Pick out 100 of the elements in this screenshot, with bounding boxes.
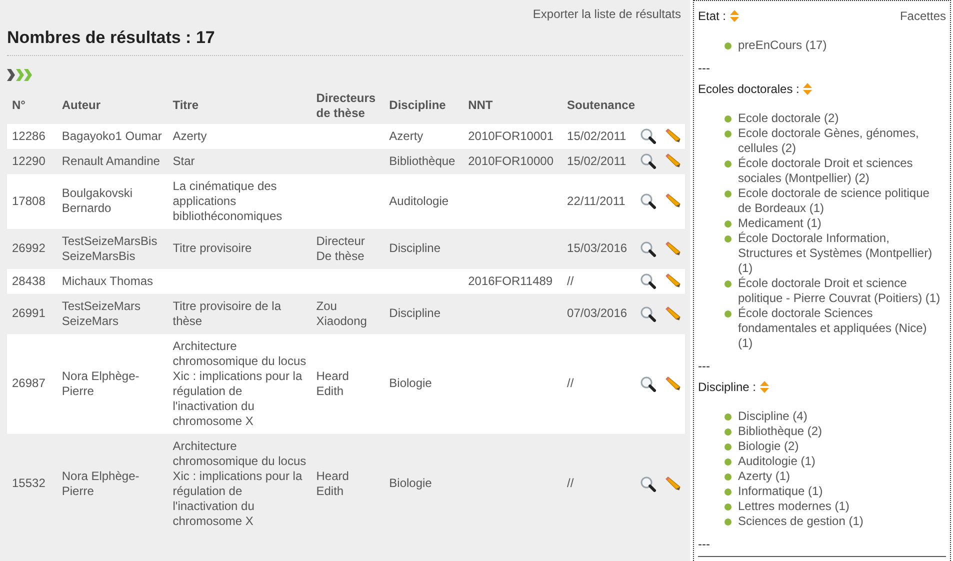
table-cell: 22/11/2011	[567, 194, 626, 208]
table-cell: 26991	[12, 306, 46, 320]
table-cell: 07/03/2016	[567, 306, 628, 320]
column-header: Auteur	[60, 97, 102, 114]
table-cell: Bagayoko1 Oumar	[62, 128, 162, 142]
bullet-icon	[724, 190, 732, 198]
search-icon[interactable]	[640, 128, 656, 144]
separator-text: ---	[698, 360, 711, 372]
bullet-icon	[724, 42, 732, 50]
bullet-icon	[724, 280, 732, 288]
column-header: Titre	[172, 97, 200, 114]
facet-heading: Ecoles doctorales :	[698, 81, 800, 98]
search-icon[interactable]	[640, 306, 656, 322]
table-cell: Star	[172, 154, 195, 168]
table-cell: Biologie	[389, 476, 432, 490]
bullet-icon	[724, 413, 732, 421]
table-cell: Biologie	[389, 376, 432, 390]
facet-link[interactable]: École doctorale Sciences fondamentales et appliquées (Nice) (1)	[738, 306, 944, 351]
search-icon[interactable]	[640, 153, 656, 169]
table-cell: Nora Elphège-Pierre	[62, 468, 140, 498]
results-title: Nombres de résultats : 17	[7, 25, 683, 56]
facet-link[interactable]: Auditologie (1)	[738, 454, 816, 469]
table-cell: 17808	[12, 194, 46, 208]
table-cell: 2010FOR10000	[468, 154, 554, 168]
table-cell: Heard Edith	[316, 368, 349, 398]
edit-icon[interactable]	[665, 128, 682, 144]
table-cell: 15/02/2011	[567, 128, 626, 142]
table-cell: 2016FOR11489	[468, 274, 553, 288]
edit-icon[interactable]	[665, 273, 682, 289]
column-header: Soutenance	[566, 97, 636, 114]
facet-link[interactable]: Discipline (4)	[738, 409, 808, 424]
bullet-icon	[724, 443, 732, 451]
search-icon[interactable]	[640, 240, 656, 256]
table-cell: Discipline	[389, 241, 441, 255]
facet-link[interactable]: Ecole doctorale Gènes, génomes, cellules (2)	[738, 126, 944, 156]
table-cell: TestSeizeMars SeizeMars	[62, 298, 141, 328]
facet-link[interactable]: École doctorale Droit et science politique - Pierre Couvrat (Poitiers) (1)	[738, 276, 944, 306]
table-cell: 12290	[12, 154, 46, 168]
facet-link[interactable]: Bibliothèque (2)	[738, 424, 822, 439]
facet-link[interactable]: Ecole doctorale de science politique de Bordeaux (1)	[738, 186, 944, 216]
facet-heading: Discipline :	[698, 379, 756, 396]
table-cell: Nora Elphège-Pierre	[62, 368, 140, 398]
search-icon[interactable]	[640, 476, 656, 492]
facet-link[interactable]: Medicament (1)	[738, 216, 822, 231]
table-cell: Directeur De thèse	[316, 234, 365, 262]
table-cell: Discipline	[389, 306, 441, 320]
facet-link[interactable]: École doctorale Droit et sciences sociales (Montpellier) (2)	[738, 156, 944, 186]
edit-icon[interactable]	[665, 240, 682, 256]
column-header: Directeurs de thèse	[315, 90, 377, 122]
bullet-icon	[724, 310, 732, 318]
column-header: NNT	[467, 97, 494, 114]
facets-title: Facettes	[900, 8, 946, 25]
facet-link[interactable]: Lettres modernes (1)	[738, 499, 850, 514]
chevrons-icon[interactable]	[7, 68, 33, 82]
table-cell: Auditologie	[389, 194, 449, 208]
table-cell: 12286	[12, 128, 46, 142]
facet-link[interactable]: Informatique (1)	[738, 484, 823, 499]
export-link[interactable]: Exporter la liste de résultats	[532, 5, 681, 23]
separator-text: ---	[698, 538, 711, 550]
table-cell: Titre provisoire de la thèse	[172, 298, 281, 328]
bullet-icon	[724, 458, 732, 466]
bullet-icon	[724, 160, 732, 168]
facet-heading: Etat :	[698, 8, 726, 25]
table-cell: La cinématique des applications bibliothéconomiques	[172, 178, 282, 222]
table-cell: Bibliothèque	[389, 154, 456, 168]
edit-icon[interactable]	[665, 376, 682, 392]
table-cell: 15/03/2016	[567, 241, 628, 255]
bullet-icon	[724, 130, 732, 138]
edit-icon[interactable]	[665, 153, 682, 169]
bullet-icon	[724, 518, 732, 526]
edit-icon[interactable]	[665, 306, 682, 322]
bullet-icon	[724, 503, 732, 511]
bullet-icon	[724, 473, 732, 481]
facet-link[interactable]: Azerty (1)	[738, 469, 790, 484]
facet-link[interactable]: École Doctorale Information, Structures et Systèmes (Montpellier) (1)	[738, 231, 944, 276]
bullet-icon	[724, 428, 732, 436]
table-cell: TestSeizeMarsBis SeizeMarsBis	[62, 234, 158, 262]
table-cell: 26987	[12, 376, 46, 390]
search-icon[interactable]	[640, 376, 656, 392]
table-cell: 2010FOR10001	[468, 128, 554, 142]
separator-text: ---	[698, 62, 711, 74]
table-cell: Renault Amandine	[62, 154, 160, 168]
facet-link[interactable]: Sciences de gestion (1)	[738, 514, 864, 529]
table-cell: Zou Xiaodong	[316, 298, 367, 328]
table-cell: //	[567, 274, 574, 288]
bullet-icon	[724, 488, 732, 496]
edit-icon[interactable]	[665, 193, 682, 209]
table-cell: //	[567, 376, 574, 390]
search-icon[interactable]	[640, 273, 656, 289]
facet-link[interactable]: Biologie (2)	[738, 439, 799, 454]
search-icon[interactable]	[640, 193, 656, 209]
table-cell: //	[567, 476, 574, 490]
table-cell: 15/02/2011	[567, 154, 626, 168]
bullet-icon	[724, 115, 732, 123]
facet-link[interactable]: preEnCours (17)	[738, 38, 827, 53]
edit-icon[interactable]	[665, 476, 682, 492]
table-cell: Azerty	[389, 128, 424, 142]
table-cell: Boulgakovski Bernardo	[62, 186, 133, 215]
facet-link[interactable]: Ecole doctorale (2)	[738, 111, 839, 126]
bullet-icon	[724, 235, 732, 243]
